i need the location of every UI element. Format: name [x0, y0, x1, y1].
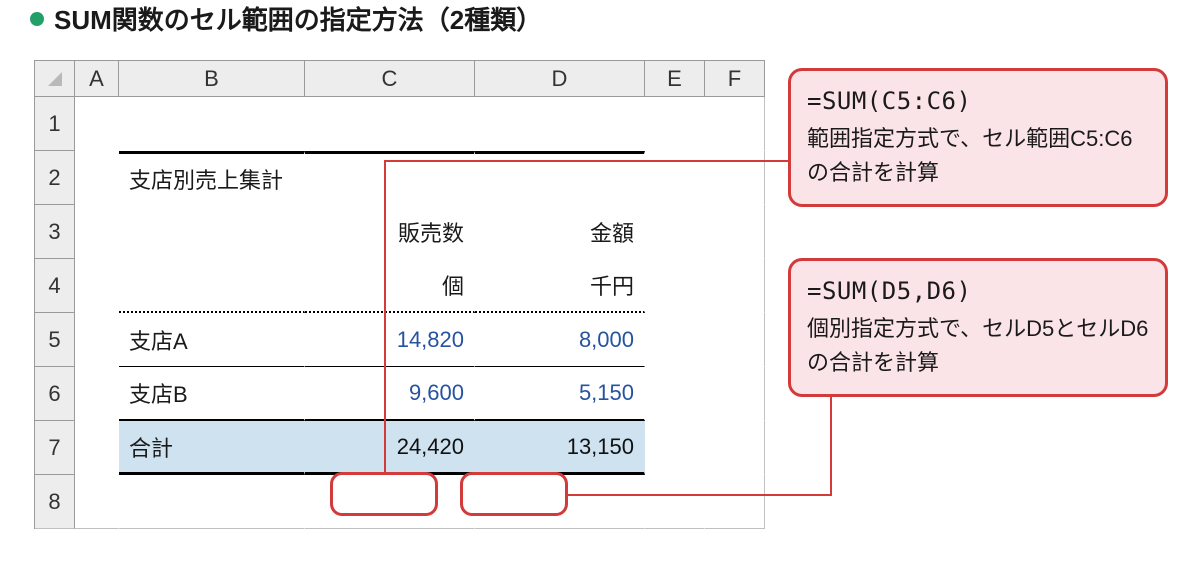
row-header-8: 8: [35, 475, 75, 529]
cell-E8: [645, 475, 705, 529]
row-7: 7 合計 24,420 13,150: [35, 421, 765, 475]
cell-A6: [75, 367, 119, 421]
cell-F1: [705, 97, 765, 151]
cell-D7: 13,150: [475, 421, 645, 475]
cell-C1: [305, 97, 475, 151]
cell-B4: [119, 259, 305, 313]
leader-d7-vertical: [830, 385, 832, 496]
bullet-icon: [30, 12, 44, 26]
cell-C8: [305, 475, 475, 529]
cell-C4: 個: [305, 259, 475, 313]
leader-c7-horizontal: [384, 160, 791, 162]
col-header-B: B: [119, 61, 305, 97]
row-header-1: 1: [35, 97, 75, 151]
column-header-row: A B C D E F: [35, 61, 765, 97]
cell-A5: [75, 313, 119, 367]
callout-range-desc: 範囲指定方式で、セル範囲C5:C6の合計を計算: [807, 122, 1149, 190]
cell-D4: 千円: [475, 259, 645, 313]
cell-D6: 5,150: [475, 367, 645, 421]
row-1: 1: [35, 97, 765, 151]
spreadsheet: A B C D E F 1 2 支店別売上集計 3 販売数 金額 4 個: [34, 60, 765, 529]
cell-F3: [705, 205, 765, 259]
cell-D1: [475, 97, 645, 151]
cell-A1: [75, 97, 119, 151]
leader-d7-horizontal: [566, 494, 832, 496]
cell-B1: [119, 97, 305, 151]
cell-E1: [645, 97, 705, 151]
callout-individual-formula: =SUM(D5,D6): [807, 273, 1149, 310]
callout-individual: =SUM(D5,D6) 個別指定方式で、セルD5とセルD6の合計を計算: [788, 258, 1168, 397]
cell-F6: [705, 367, 765, 421]
col-header-C: C: [305, 61, 475, 97]
cell-D8: [475, 475, 645, 529]
cell-B6: 支店B: [119, 367, 305, 421]
row-header-4: 4: [35, 259, 75, 313]
col-header-A: A: [75, 61, 119, 97]
row-3: 3 販売数 金額: [35, 205, 765, 259]
row-header-3: 3: [35, 205, 75, 259]
cell-A3: [75, 205, 119, 259]
row-header-5: 5: [35, 313, 75, 367]
cell-A7: [75, 421, 119, 475]
col-header-E: E: [645, 61, 705, 97]
cell-E6: [645, 367, 705, 421]
row-header-6: 6: [35, 367, 75, 421]
cell-F4: [705, 259, 765, 313]
cell-E3: [645, 205, 705, 259]
cell-C7: 24,420: [305, 421, 475, 475]
cell-F7: [705, 421, 765, 475]
callout-individual-desc: 個別指定方式で、セルD5とセルD6の合計を計算: [807, 312, 1149, 380]
select-all-icon: [48, 72, 62, 86]
cell-B3: [119, 205, 305, 259]
row-4: 4 個 千円: [35, 259, 765, 313]
callout-range: =SUM(C5:C6) 範囲指定方式で、セル範囲C5:C6の合計を計算: [788, 68, 1168, 207]
row-6: 6 支店B 9,600 5,150: [35, 367, 765, 421]
cell-D5: 8,000: [475, 313, 645, 367]
col-header-F: F: [705, 61, 765, 97]
page-title-text: SUM関数のセル範囲の指定方法（2種類）: [54, 0, 542, 37]
page-title: SUM関数のセル範囲の指定方法（2種類）: [30, 0, 542, 37]
cell-C3: 販売数: [305, 205, 475, 259]
cell-A4: [75, 259, 119, 313]
cell-E7: [645, 421, 705, 475]
row-5: 5 支店A 14,820 8,000: [35, 313, 765, 367]
corner-cell: [35, 61, 75, 97]
cell-A2: [75, 151, 119, 205]
cell-B2: 支店別売上集計: [119, 151, 305, 205]
cell-F5: [705, 313, 765, 367]
row-header-7: 7: [35, 421, 75, 475]
cell-A8: [75, 475, 119, 529]
cell-D3: 金額: [475, 205, 645, 259]
cell-B5: 支店A: [119, 313, 305, 367]
cell-E4: [645, 259, 705, 313]
leader-c7-vertical: [384, 160, 386, 472]
cell-F8: [705, 475, 765, 529]
cell-B7: 合計: [119, 421, 305, 475]
cell-B8: [119, 475, 305, 529]
row-header-2: 2: [35, 151, 75, 205]
col-header-D: D: [475, 61, 645, 97]
cell-C6: 9,600: [305, 367, 475, 421]
cell-C5: 14,820: [305, 313, 475, 367]
callout-range-formula: =SUM(C5:C6): [807, 83, 1149, 120]
cell-E5: [645, 313, 705, 367]
row-8: 8: [35, 475, 765, 529]
